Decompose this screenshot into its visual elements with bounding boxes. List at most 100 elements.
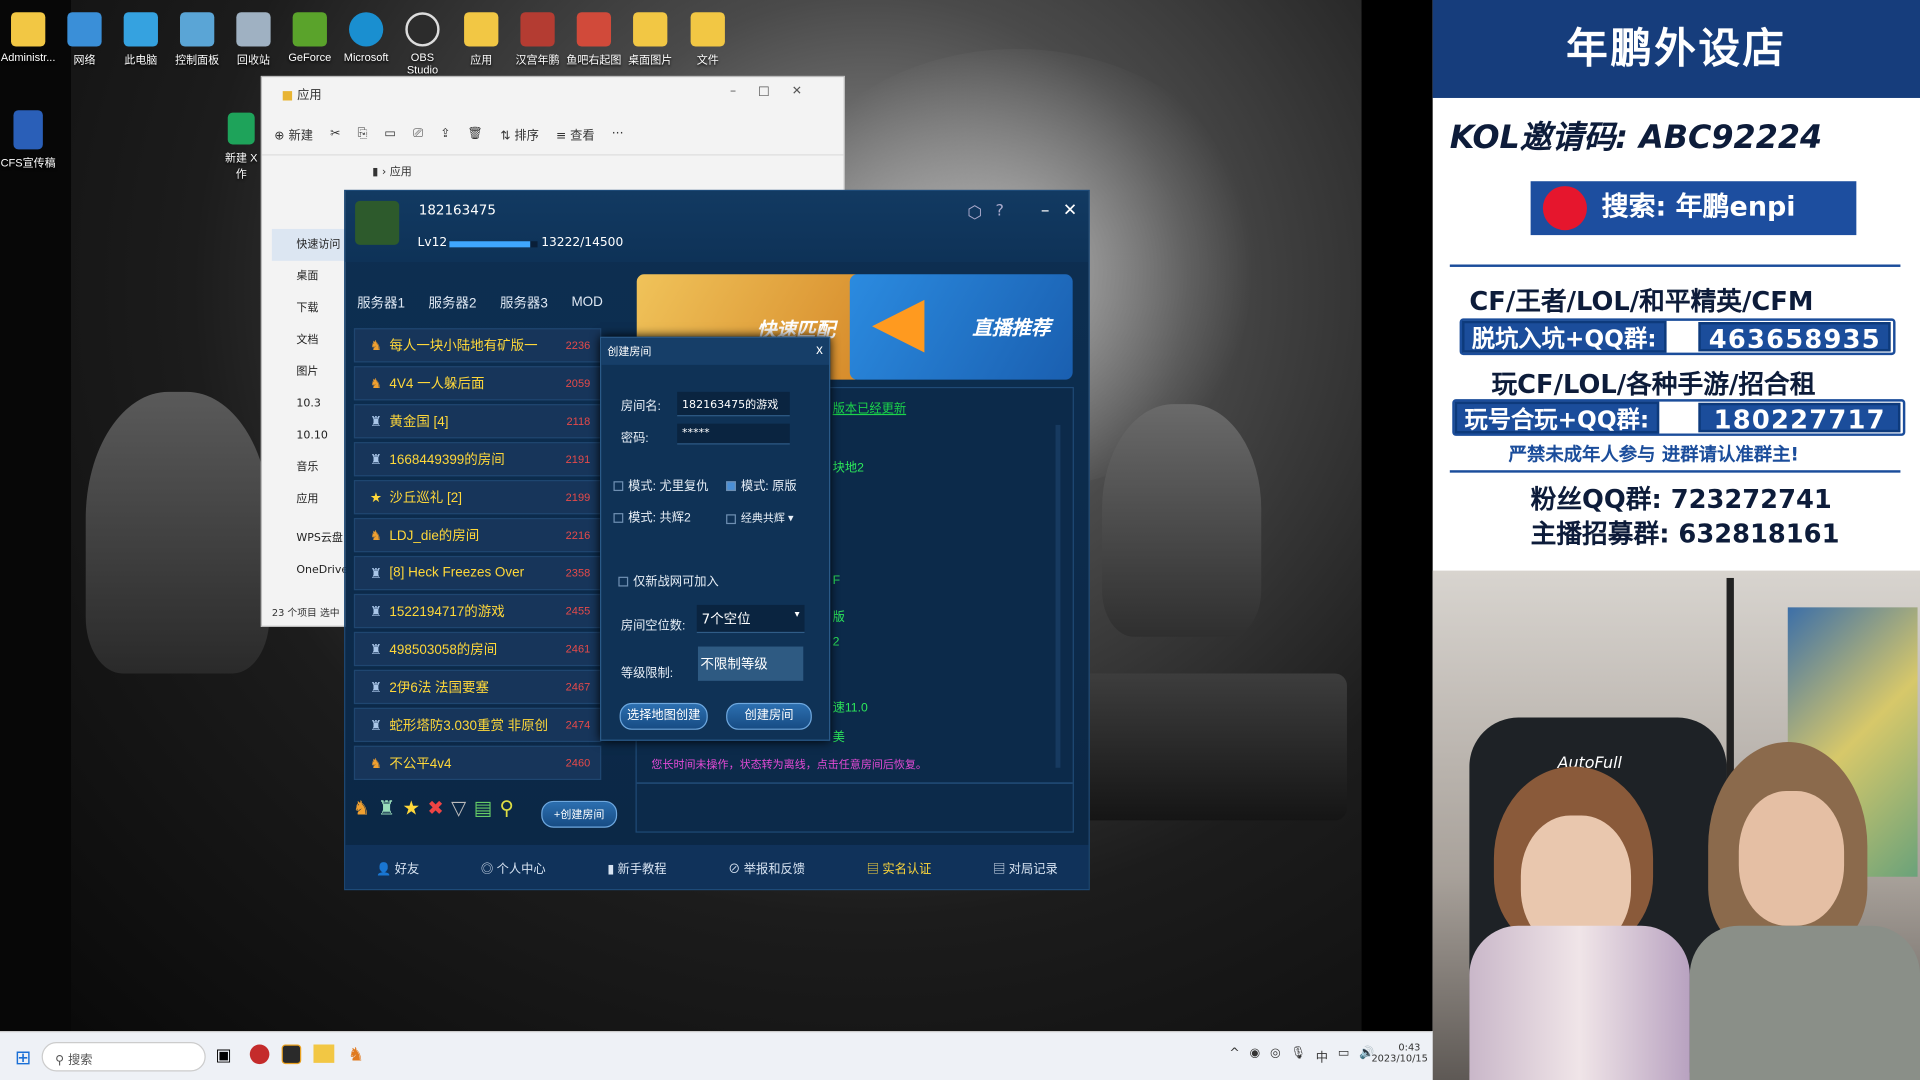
task-view-icon[interactable]: ▣ [216, 1046, 232, 1066]
tray-icon[interactable]: ◉ [1249, 1047, 1260, 1065]
profile-button[interactable]: ◎ 个人中心 [481, 858, 546, 876]
room-row[interactable]: ♞ LDJ_die的房间 2216 [353, 517, 602, 553]
mode-yuri-checkbox[interactable]: 模式: 尤里复仇 [613, 475, 708, 493]
create-room-confirm-button[interactable]: 创建房间 [726, 702, 812, 730]
copy-icon[interactable]: ⎘ [357, 127, 367, 140]
room-row[interactable]: ♜ 1668449399的房间 2191 [353, 442, 602, 477]
address-bar[interactable]: ▮ › 应用 [262, 156, 844, 188]
desktop-icon-admin[interactable]: Administr... [0, 12, 56, 64]
tower-icon[interactable]: ♜ [378, 796, 396, 819]
settings-icon[interactable]: ⬡ [967, 203, 982, 223]
desktop-icon-pictures[interactable]: 桌面图片 [622, 12, 678, 67]
create-room-button[interactable]: +创建房间 [541, 800, 618, 828]
tab-server3[interactable]: 服务器3 [500, 293, 548, 313]
live-recommend-banner[interactable]: 直播推荐 ◀ [849, 274, 1073, 380]
mode-gonghui-checkbox[interactable]: 模式: 共辉2 [613, 507, 691, 525]
classic-gonghui-select[interactable]: 经典共辉 ▾ [726, 509, 794, 525]
taskbar-search[interactable]: ⚲ 搜索 [41, 1042, 206, 1072]
desktop-icon-network[interactable]: 网络 [56, 12, 112, 67]
room-row[interactable]: ♜ 1522194717的游戏 2455 [353, 593, 602, 629]
sort-button[interactable]: ⇅ 排序 [500, 125, 539, 143]
x-icon[interactable]: ✖ [427, 796, 443, 819]
room-row[interactable]: ♜ [8] Heck Freezes Over 2358 [353, 555, 602, 591]
dialog-close-icon[interactable]: x [816, 343, 823, 358]
window-controls[interactable]: –□✕ [730, 84, 824, 97]
tower-icon: ♜ [369, 680, 382, 695]
new-button[interactable]: ⊕ 新建 [274, 125, 313, 143]
share-icon[interactable]: ⇪ [440, 127, 450, 140]
select-map-button[interactable]: 选择地图创建 [619, 702, 708, 730]
paste-icon[interactable]: ▭ [384, 127, 396, 140]
cut-icon[interactable]: ✂ [330, 127, 340, 140]
scrollbar[interactable] [1055, 424, 1061, 768]
room-row[interactable]: ♜ 黄金国 [4] 2118 [353, 404, 602, 439]
app-icon-red[interactable] [249, 1044, 270, 1065]
ime-indicator[interactable]: 中 [1316, 1047, 1328, 1065]
more-button[interactable]: ··· [612, 127, 624, 140]
tab-mod[interactable]: MOD [571, 295, 602, 310]
explorer-taskbar-icon[interactable] [313, 1044, 335, 1063]
room-row[interactable]: ♞ 不公平4v4 2460 [353, 745, 602, 781]
desktop-icon-recycle[interactable]: 回收站 [225, 12, 281, 67]
windows-start-icon[interactable]: ⊞ [15, 1046, 31, 1069]
app-icon-game[interactable] [281, 1044, 302, 1065]
mode-original-checkbox[interactable]: 模式: 原版 [726, 475, 797, 493]
tutorial-button[interactable]: ▮ 新手教程 [607, 858, 666, 876]
tab-server1[interactable]: 服务器1 [357, 293, 405, 313]
room-row[interactable]: ♜ 498503058的房间 2461 [353, 631, 602, 667]
filter-icon[interactable]: ▽ [451, 796, 466, 819]
realname-button[interactable]: ▤ 实名认证 [867, 858, 932, 876]
update-link[interactable]: 版本已经更新 [833, 398, 906, 416]
close-icon[interactable]: ✕ [1063, 201, 1077, 221]
room-count: 2461 [565, 642, 591, 656]
checkbox-icon [618, 577, 629, 587]
room-row[interactable]: ♜ 2伊6法 法国要塞 2467 [353, 669, 602, 705]
desktop-icon-control-panel[interactable]: 控制面板 [169, 12, 225, 67]
room-row[interactable]: ♞ 4V4 一人躲后面 2059 [353, 366, 602, 401]
desktop-icon-word-doc[interactable]: CFS宣传稿 [0, 110, 56, 170]
desktop-icon-geforce[interactable]: GeForce [282, 12, 338, 64]
taskbar: ⊞ ⚲ 搜索 ▣ ♞ ^ ◉ ◎ 🎙 中 ▭ 🔊 0:43 2023/10/15 [0, 1031, 1433, 1080]
note-icon[interactable]: ▤ [474, 796, 493, 819]
soldier-icon[interactable]: ♞ [353, 796, 371, 819]
desktop-icon-yuba[interactable]: 鱼吧右起图 [566, 12, 622, 67]
qq2-box: 玩号合玩+QQ群: 180227717 [1452, 399, 1906, 436]
desktop-icon-pc[interactable]: 此电脑 [113, 12, 169, 67]
room-row[interactable]: ♜ 蛇形塔防3.030重赏 非原创 2474 [353, 707, 602, 743]
desktop-icon-apps[interactable]: 应用 [453, 12, 509, 67]
desktop-icon-hangong[interactable]: 汉宫年鹏 [509, 12, 565, 67]
newnet-only-checkbox[interactable]: 仅新战网可加入 [618, 571, 719, 589]
room-row[interactable]: ♞ 每人一块小陆地有矿版一 2236 [353, 328, 602, 363]
network-icon[interactable]: ▭ [1338, 1047, 1350, 1065]
exp-bar [449, 241, 538, 248]
search-icon[interactable]: ⚲ [499, 796, 513, 819]
report-button[interactable]: ⊘ 举报和反馈 [728, 858, 805, 876]
clock[interactable]: 0:43 2023/10/15 [1371, 1042, 1427, 1064]
tab-server2[interactable]: 服务器2 [429, 293, 477, 313]
kol-code: KOL邀请码: ABC92224 [1449, 120, 1823, 157]
history-button[interactable]: ▤ 对局记录 [993, 858, 1058, 876]
level-select[interactable]: 不限制等级 [697, 646, 804, 681]
desktop-icon-new-x[interactable]: 新建 X 作 [223, 112, 260, 182]
friends-button[interactable]: 👤 好友 [376, 858, 419, 876]
view-button[interactable]: ≡ 查看 [556, 125, 595, 143]
tray-icon[interactable]: ◎ [1270, 1047, 1281, 1065]
minimize-icon[interactable]: – [1041, 201, 1050, 221]
rename-icon[interactable]: ⎚ [413, 127, 423, 140]
tower-icon: ♜ [369, 642, 382, 657]
room-row[interactable]: ★ 沙丘巡礼 [2] 2199 [353, 480, 602, 515]
tower-icon: ♜ [369, 414, 382, 430]
room-name: LDJ_die的房间 [389, 528, 480, 544]
star-icon[interactable]: ★ [402, 796, 420, 819]
desktop-icon-files[interactable]: 文件 [680, 12, 736, 67]
chevron-up-icon[interactable]: ^ [1229, 1047, 1239, 1065]
desktop-icon-obs[interactable]: OBS Studio [394, 12, 450, 76]
desktop-icon-edge[interactable]: Microsoft [338, 12, 394, 64]
soldier-taskbar-icon[interactable]: ♞ [348, 1043, 364, 1065]
mic-icon[interactable]: 🎙 [1290, 1047, 1306, 1065]
room-name-input[interactable]: 182163475的游戏 [677, 391, 790, 417]
slots-select[interactable]: 7个空位 ▾ [696, 604, 805, 634]
delete-icon[interactable]: 🗑 [468, 127, 484, 140]
help-icon[interactable]: ? [996, 202, 1004, 220]
password-input[interactable]: ***** [677, 423, 790, 445]
